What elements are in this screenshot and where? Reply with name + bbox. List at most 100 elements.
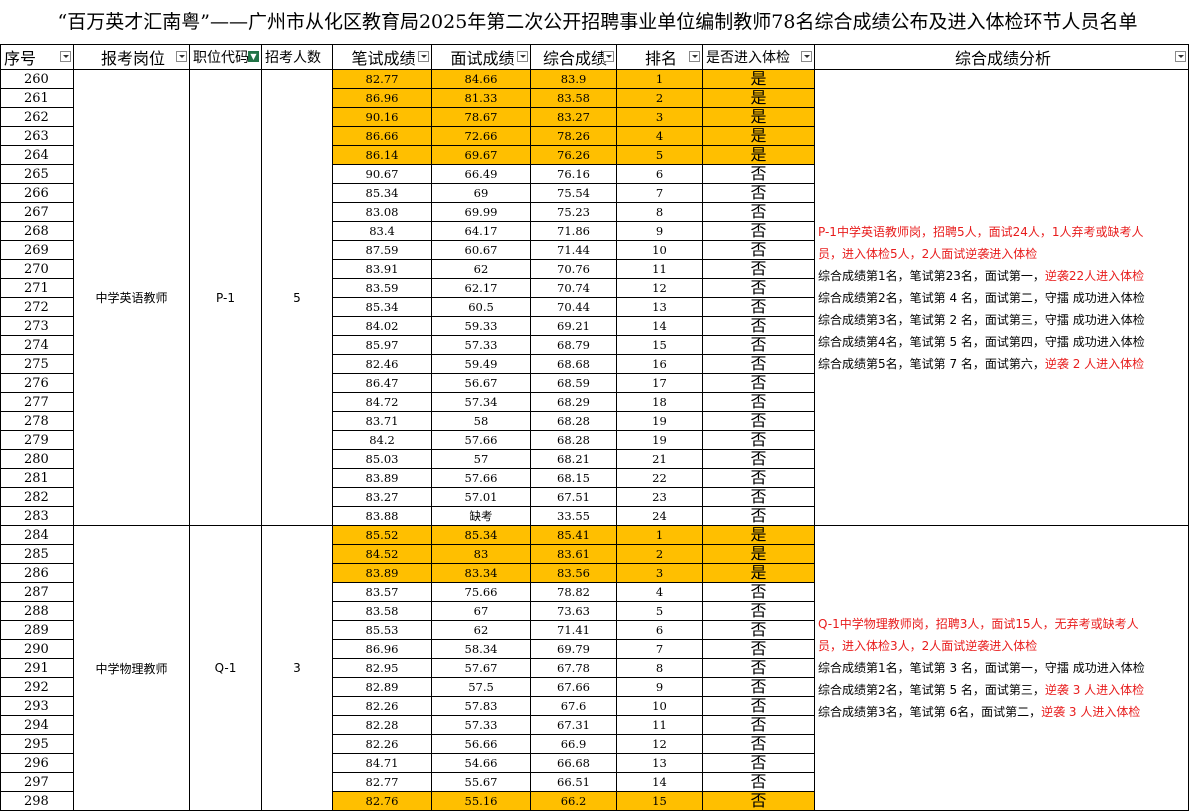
cell-total[interactable]: 70.74 bbox=[530, 278, 617, 298]
cell-written[interactable]: 85.52 bbox=[332, 525, 432, 545]
cell-total[interactable]: 66.9 bbox=[530, 734, 617, 754]
cell-rank[interactable]: 6 bbox=[616, 620, 703, 640]
cell-total[interactable]: 68.68 bbox=[530, 354, 617, 374]
cell-seq[interactable]: 286 bbox=[0, 563, 74, 583]
cell-rank[interactable]: 14 bbox=[616, 316, 703, 336]
cell-rank[interactable]: 9 bbox=[616, 677, 703, 697]
cell-written[interactable]: 82.46 bbox=[332, 354, 432, 374]
cell-total[interactable]: 71.86 bbox=[530, 221, 617, 241]
cell-exam[interactable]: 否 bbox=[702, 449, 815, 469]
cell-exam[interactable]: 否 bbox=[702, 183, 815, 203]
cell-interview[interactable]: 58.34 bbox=[431, 639, 531, 659]
cell-total[interactable]: 68.28 bbox=[530, 430, 617, 450]
cell-interview[interactable]: 85.34 bbox=[431, 525, 531, 545]
cell-exam[interactable]: 否 bbox=[702, 639, 815, 659]
cell-exam[interactable]: 否 bbox=[702, 620, 815, 640]
cell-total[interactable]: 68.21 bbox=[530, 449, 617, 469]
cell-exam[interactable]: 否 bbox=[702, 696, 815, 716]
cell-total[interactable]: 69.79 bbox=[530, 639, 617, 659]
cell-rank[interactable]: 11 bbox=[616, 259, 703, 279]
cell-seq[interactable]: 288 bbox=[0, 601, 74, 621]
filter-dropdown-icon[interactable] bbox=[418, 51, 429, 62]
cell-position[interactable]: 中学英语教师 bbox=[73, 69, 190, 526]
cell-exam[interactable]: 是 bbox=[702, 145, 815, 165]
cell-total[interactable]: 66.51 bbox=[530, 772, 617, 792]
cell-rank[interactable]: 3 bbox=[616, 107, 703, 127]
cell-interview[interactable]: 62.17 bbox=[431, 278, 531, 298]
cell-analysis[interactable]: P-1中学英语教师岗，招聘5人，面试24人，1人弃考或缺考人 员，进入体检5人，2… bbox=[814, 69, 1189, 526]
cell-exam[interactable]: 否 bbox=[702, 316, 815, 336]
cell-seq[interactable]: 263 bbox=[0, 126, 74, 146]
cell-seq[interactable]: 298 bbox=[0, 791, 74, 811]
cell-exam[interactable]: 是 bbox=[702, 544, 815, 564]
cell-seq[interactable]: 273 bbox=[0, 316, 74, 336]
cell-interview[interactable]: 57.83 bbox=[431, 696, 531, 716]
cell-written[interactable]: 82.89 bbox=[332, 677, 432, 697]
cell-seq[interactable]: 281 bbox=[0, 468, 74, 488]
filter-dropdown-icon[interactable] bbox=[1175, 51, 1186, 62]
cell-exam[interactable]: 是 bbox=[702, 107, 815, 127]
cell-written[interactable]: 83.91 bbox=[332, 259, 432, 279]
cell-seq[interactable]: 260 bbox=[0, 69, 74, 89]
cell-seq[interactable]: 278 bbox=[0, 411, 74, 431]
cell-interview[interactable]: 69.67 bbox=[431, 145, 531, 165]
cell-quota[interactable]: 3 bbox=[261, 525, 333, 811]
cell-written[interactable]: 84.52 bbox=[332, 544, 432, 564]
cell-seq[interactable]: 267 bbox=[0, 202, 74, 222]
cell-rank[interactable]: 3 bbox=[616, 563, 703, 583]
cell-rank[interactable]: 8 bbox=[616, 658, 703, 678]
cell-total[interactable]: 33.55 bbox=[530, 506, 617, 526]
cell-interview[interactable]: 58 bbox=[431, 411, 531, 431]
filter-dropdown-icon[interactable] bbox=[517, 51, 528, 62]
cell-written[interactable]: 82.77 bbox=[332, 772, 432, 792]
cell-written[interactable]: 85.53 bbox=[332, 620, 432, 640]
cell-rank[interactable]: 13 bbox=[616, 297, 703, 317]
cell-rank[interactable]: 13 bbox=[616, 753, 703, 773]
cell-total[interactable]: 68.15 bbox=[530, 468, 617, 488]
cell-exam[interactable]: 否 bbox=[702, 392, 815, 412]
cell-exam[interactable]: 否 bbox=[702, 297, 815, 317]
cell-seq[interactable]: 276 bbox=[0, 373, 74, 393]
cell-exam[interactable]: 否 bbox=[702, 373, 815, 393]
cell-rank[interactable]: 23 bbox=[616, 487, 703, 507]
cell-rank[interactable]: 2 bbox=[616, 88, 703, 108]
cell-total[interactable]: 66.2 bbox=[530, 791, 617, 811]
cell-seq[interactable]: 289 bbox=[0, 620, 74, 640]
cell-total[interactable]: 68.29 bbox=[530, 392, 617, 412]
cell-seq[interactable]: 291 bbox=[0, 658, 74, 678]
cell-written[interactable]: 83.27 bbox=[332, 487, 432, 507]
cell-rank[interactable]: 4 bbox=[616, 126, 703, 146]
cell-written[interactable]: 82.26 bbox=[332, 696, 432, 716]
cell-total[interactable]: 67.6 bbox=[530, 696, 617, 716]
cell-seq[interactable]: 275 bbox=[0, 354, 74, 374]
cell-total[interactable]: 75.54 bbox=[530, 183, 617, 203]
cell-exam[interactable]: 否 bbox=[702, 468, 815, 488]
cell-position[interactable]: 中学物理教师 bbox=[73, 525, 190, 811]
cell-exam[interactable]: 否 bbox=[702, 791, 815, 811]
cell-interview[interactable]: 69 bbox=[431, 183, 531, 203]
cell-rank[interactable]: 17 bbox=[616, 373, 703, 393]
cell-written[interactable]: 83.71 bbox=[332, 411, 432, 431]
cell-code[interactable]: P-1 bbox=[189, 69, 262, 526]
cell-seq[interactable]: 287 bbox=[0, 582, 74, 602]
cell-interview[interactable]: 78.67 bbox=[431, 107, 531, 127]
cell-exam[interactable]: 是 bbox=[702, 88, 815, 108]
cell-exam[interactable]: 否 bbox=[702, 240, 815, 260]
cell-interview[interactable]: 59.49 bbox=[431, 354, 531, 374]
cell-rank[interactable]: 10 bbox=[616, 240, 703, 260]
cell-total[interactable]: 69.21 bbox=[530, 316, 617, 336]
cell-total[interactable]: 68.59 bbox=[530, 373, 617, 393]
cell-written[interactable]: 86.14 bbox=[332, 145, 432, 165]
cell-seq[interactable]: 266 bbox=[0, 183, 74, 203]
cell-seq[interactable]: 279 bbox=[0, 430, 74, 450]
cell-written[interactable]: 83.59 bbox=[332, 278, 432, 298]
cell-total[interactable]: 85.41 bbox=[530, 525, 617, 545]
cell-written[interactable]: 84.71 bbox=[332, 753, 432, 773]
cell-exam[interactable]: 否 bbox=[702, 582, 815, 602]
cell-written[interactable]: 82.28 bbox=[332, 715, 432, 735]
cell-exam[interactable]: 否 bbox=[702, 772, 815, 792]
cell-seq[interactable]: 265 bbox=[0, 164, 74, 184]
cell-written[interactable]: 87.59 bbox=[332, 240, 432, 260]
cell-seq[interactable]: 277 bbox=[0, 392, 74, 412]
cell-rank[interactable]: 1 bbox=[616, 525, 703, 545]
